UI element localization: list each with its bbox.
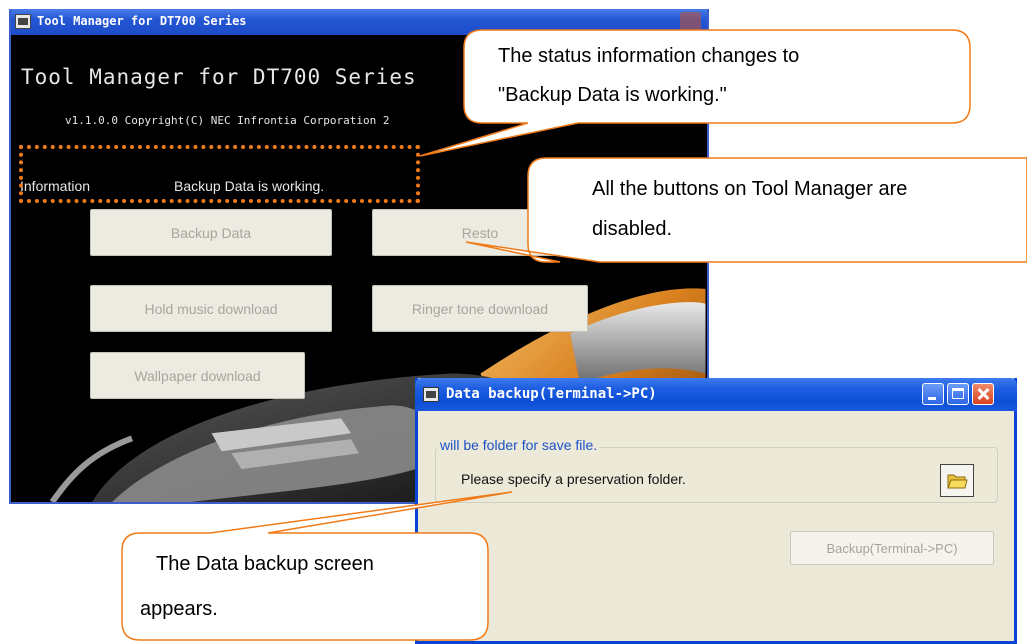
screen-callout-line-1: The Data backup screen: [156, 553, 374, 575]
buttons-callout-line-2: disabled.: [592, 218, 673, 240]
status-callout-line-1: The status information changes to: [498, 45, 800, 67]
status-callout-line-2: "Backup Data is working.": [498, 84, 727, 106]
screen-callout-line-2: appears.: [140, 598, 218, 620]
buttons-callout-line-1: All the buttons on Tool Manager are: [592, 178, 908, 200]
